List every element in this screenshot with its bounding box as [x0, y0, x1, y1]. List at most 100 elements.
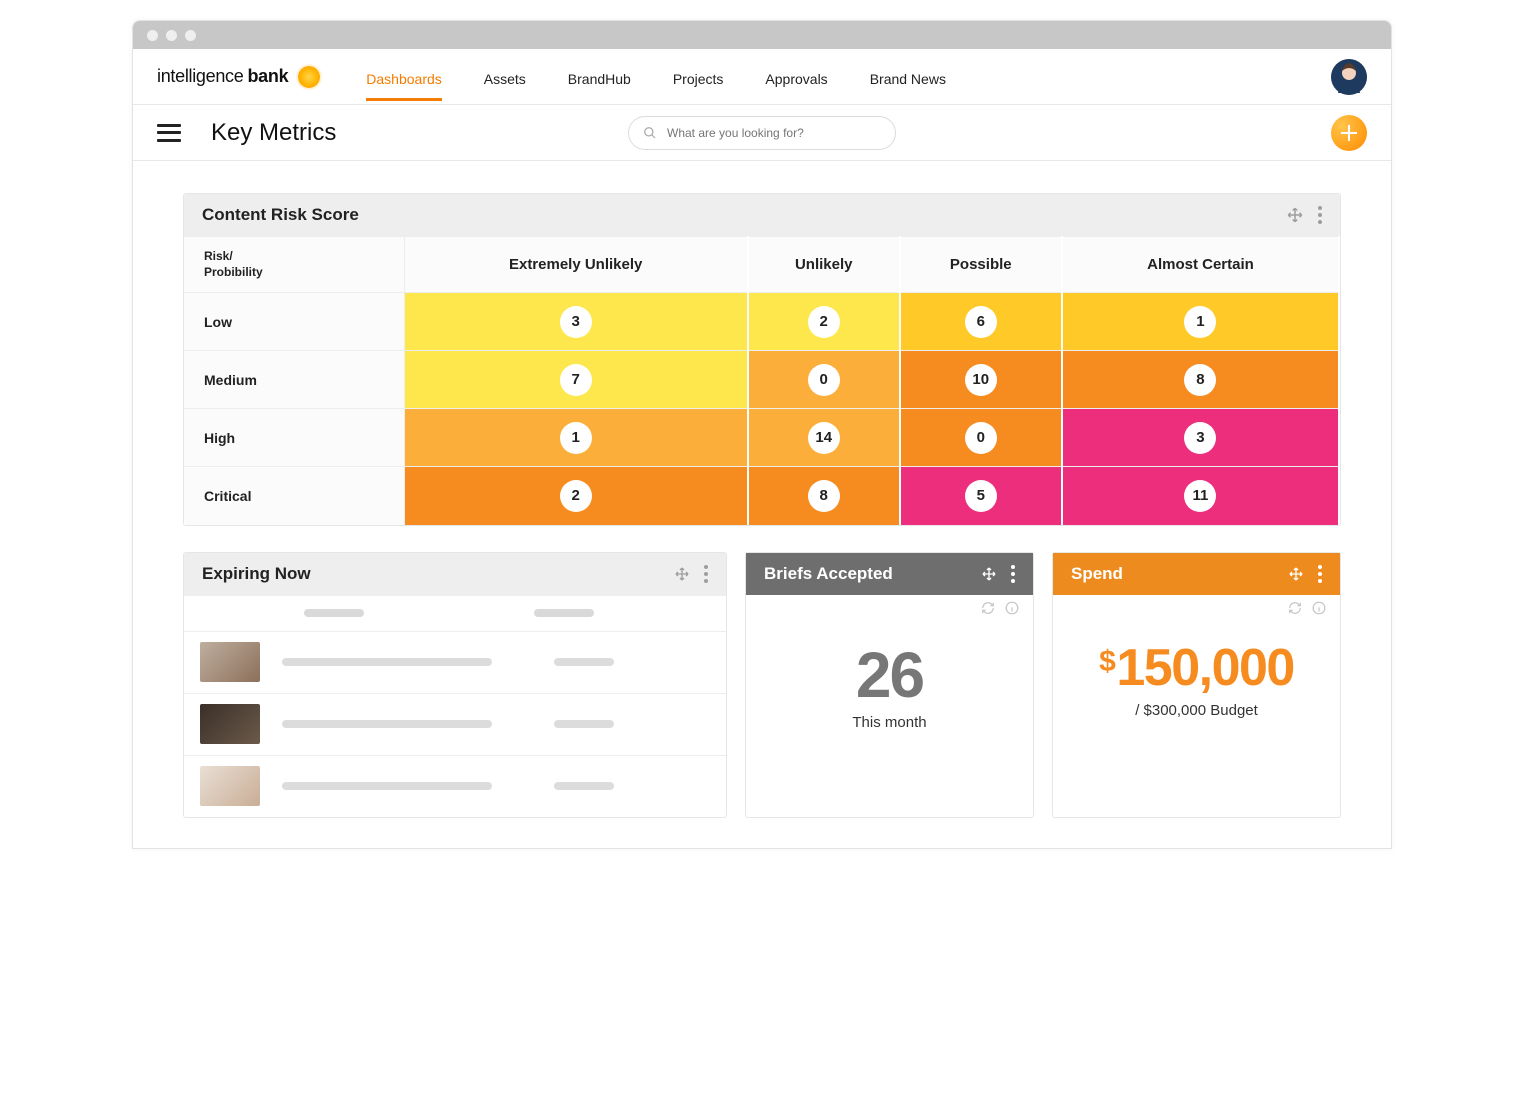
page-title: Key Metrics — [211, 119, 336, 147]
move-icon[interactable] — [1288, 566, 1304, 582]
spend-mini-tools — [1053, 595, 1340, 620]
risk-value-bubble: 0 — [808, 364, 840, 396]
kebab-icon[interactable] — [704, 565, 708, 583]
skeleton-bar — [282, 658, 492, 666]
list-item[interactable] — [184, 631, 726, 693]
info-icon[interactable] — [1312, 601, 1326, 620]
browser-titlebar — [133, 21, 1391, 49]
briefs-card: Briefs Accepted 26 This month — [745, 552, 1034, 818]
list-item[interactable] — [184, 693, 726, 755]
risk-value-bubble: 11 — [1184, 480, 1216, 512]
risk-cell[interactable]: 5 — [900, 467, 1062, 525]
kebab-icon[interactable] — [1318, 565, 1322, 583]
risk-cell[interactable]: 2 — [748, 293, 900, 351]
risk-col-3: Possible — [900, 237, 1062, 293]
risk-value-bubble: 1 — [1184, 306, 1216, 338]
risk-cell[interactable]: 1 — [1062, 293, 1339, 351]
nav-assets[interactable]: Assets — [484, 53, 526, 101]
briefs-header: Briefs Accepted — [746, 553, 1033, 595]
risk-row-label: Critical — [184, 467, 404, 525]
skeleton-bar — [534, 609, 594, 617]
expiring-header: Expiring Now — [184, 553, 726, 595]
risk-cell[interactable]: 14 — [748, 409, 900, 467]
browser-frame: intelligencebank Dashboards Assets Brand… — [132, 20, 1392, 849]
refresh-icon[interactable] — [981, 601, 995, 620]
risk-corner-label: Risk/ Probibility — [184, 237, 404, 293]
briefs-value: 26 — [746, 638, 1033, 712]
risk-value-bubble: 7 — [560, 364, 592, 396]
brand-logo[interactable]: intelligencebank — [157, 66, 320, 88]
info-icon[interactable] — [1005, 601, 1019, 620]
risk-cell[interactable]: 6 — [900, 293, 1062, 351]
nav-approvals[interactable]: Approvals — [765, 53, 827, 101]
table-row: Low3 2 6 1 — [184, 293, 1339, 351]
risk-value-bubble: 8 — [1184, 364, 1216, 396]
risk-cell[interactable]: 2 — [404, 467, 748, 525]
brand-text-2: bank — [247, 66, 288, 87]
risk-value-bubble: 5 — [965, 480, 997, 512]
expiring-card: Expiring Now — [183, 552, 727, 818]
table-row: High11403 — [184, 409, 1339, 467]
top-nav: intelligencebank Dashboards Assets Brand… — [133, 49, 1391, 105]
nav-dashboards[interactable]: Dashboards — [366, 53, 442, 101]
spend-title: Spend — [1071, 564, 1123, 584]
skeleton-bar — [304, 609, 364, 617]
table-row: Critical28 5 11 — [184, 467, 1339, 525]
spend-number: 150,000 — [1116, 639, 1293, 697]
skeleton-bar — [554, 720, 614, 728]
risk-value-bubble: 6 — [965, 306, 997, 338]
risk-value-bubble: 1 — [560, 422, 592, 454]
brand-text-1: intelligence — [157, 66, 243, 87]
briefs-sub: This month — [746, 714, 1033, 731]
secondary-bar: Key Metrics — [133, 105, 1391, 161]
add-button[interactable] — [1331, 115, 1367, 151]
spend-header: Spend — [1053, 553, 1340, 595]
risk-score-card: Content Risk Score Risk/ Probibility Ext… — [183, 193, 1341, 526]
risk-cell[interactable]: 11 — [1062, 467, 1339, 525]
risk-cell[interactable]: 0 — [900, 409, 1062, 467]
risk-table: Risk/ Probibility Extremely Unlikely Unl… — [184, 236, 1340, 525]
briefs-body: 26 This month — [746, 620, 1033, 761]
risk-value-bubble: 3 — [1184, 422, 1216, 454]
window-zoom-dot[interactable] — [185, 30, 196, 41]
risk-cell[interactable]: 8 — [748, 467, 900, 525]
refresh-icon[interactable] — [1288, 601, 1302, 620]
skeleton-bar — [282, 782, 492, 790]
risk-value-bubble: 10 — [965, 364, 997, 396]
risk-card-title: Content Risk Score — [202, 205, 359, 225]
kebab-icon[interactable] — [1318, 206, 1322, 224]
briefs-mini-tools — [746, 595, 1033, 620]
thumbnail-image — [200, 766, 260, 806]
risk-cell[interactable]: 0 — [748, 351, 900, 409]
user-avatar[interactable] — [1331, 59, 1367, 95]
move-icon[interactable] — [1286, 206, 1304, 224]
risk-cell[interactable]: 3 — [1062, 409, 1339, 467]
window-close-dot[interactable] — [147, 30, 158, 41]
window-minimize-dot[interactable] — [166, 30, 177, 41]
move-icon[interactable] — [674, 566, 690, 582]
kebab-icon[interactable] — [1011, 565, 1015, 583]
nav-projects[interactable]: Projects — [673, 53, 724, 101]
move-icon[interactable] — [981, 566, 997, 582]
risk-cell[interactable]: 7 — [404, 351, 748, 409]
risk-value-bubble: 0 — [965, 422, 997, 454]
nav-brandhub[interactable]: BrandHub — [568, 53, 631, 101]
search-input[interactable] — [667, 126, 881, 140]
risk-cell[interactable]: 1 — [404, 409, 748, 467]
list-item[interactable] — [184, 755, 726, 817]
risk-value-bubble: 2 — [808, 306, 840, 338]
bottom-row: Expiring Now — [183, 552, 1341, 818]
spend-currency: $ — [1099, 645, 1114, 678]
risk-cell[interactable]: 10 — [900, 351, 1062, 409]
skeleton-bar — [554, 782, 614, 790]
spend-card: Spend $150,000 / $300, — [1052, 552, 1341, 818]
search-box[interactable] — [628, 116, 896, 150]
nav-brand-news[interactable]: Brand News — [870, 53, 946, 101]
risk-row-label: Low — [184, 293, 404, 351]
spend-body: $150,000 / $300,000 Budget — [1053, 620, 1340, 749]
spend-sub: / $300,000 Budget — [1053, 702, 1340, 719]
expiring-title: Expiring Now — [202, 564, 311, 584]
menu-icon[interactable] — [157, 124, 181, 142]
risk-cell[interactable]: 3 — [404, 293, 748, 351]
risk-cell[interactable]: 8 — [1062, 351, 1339, 409]
